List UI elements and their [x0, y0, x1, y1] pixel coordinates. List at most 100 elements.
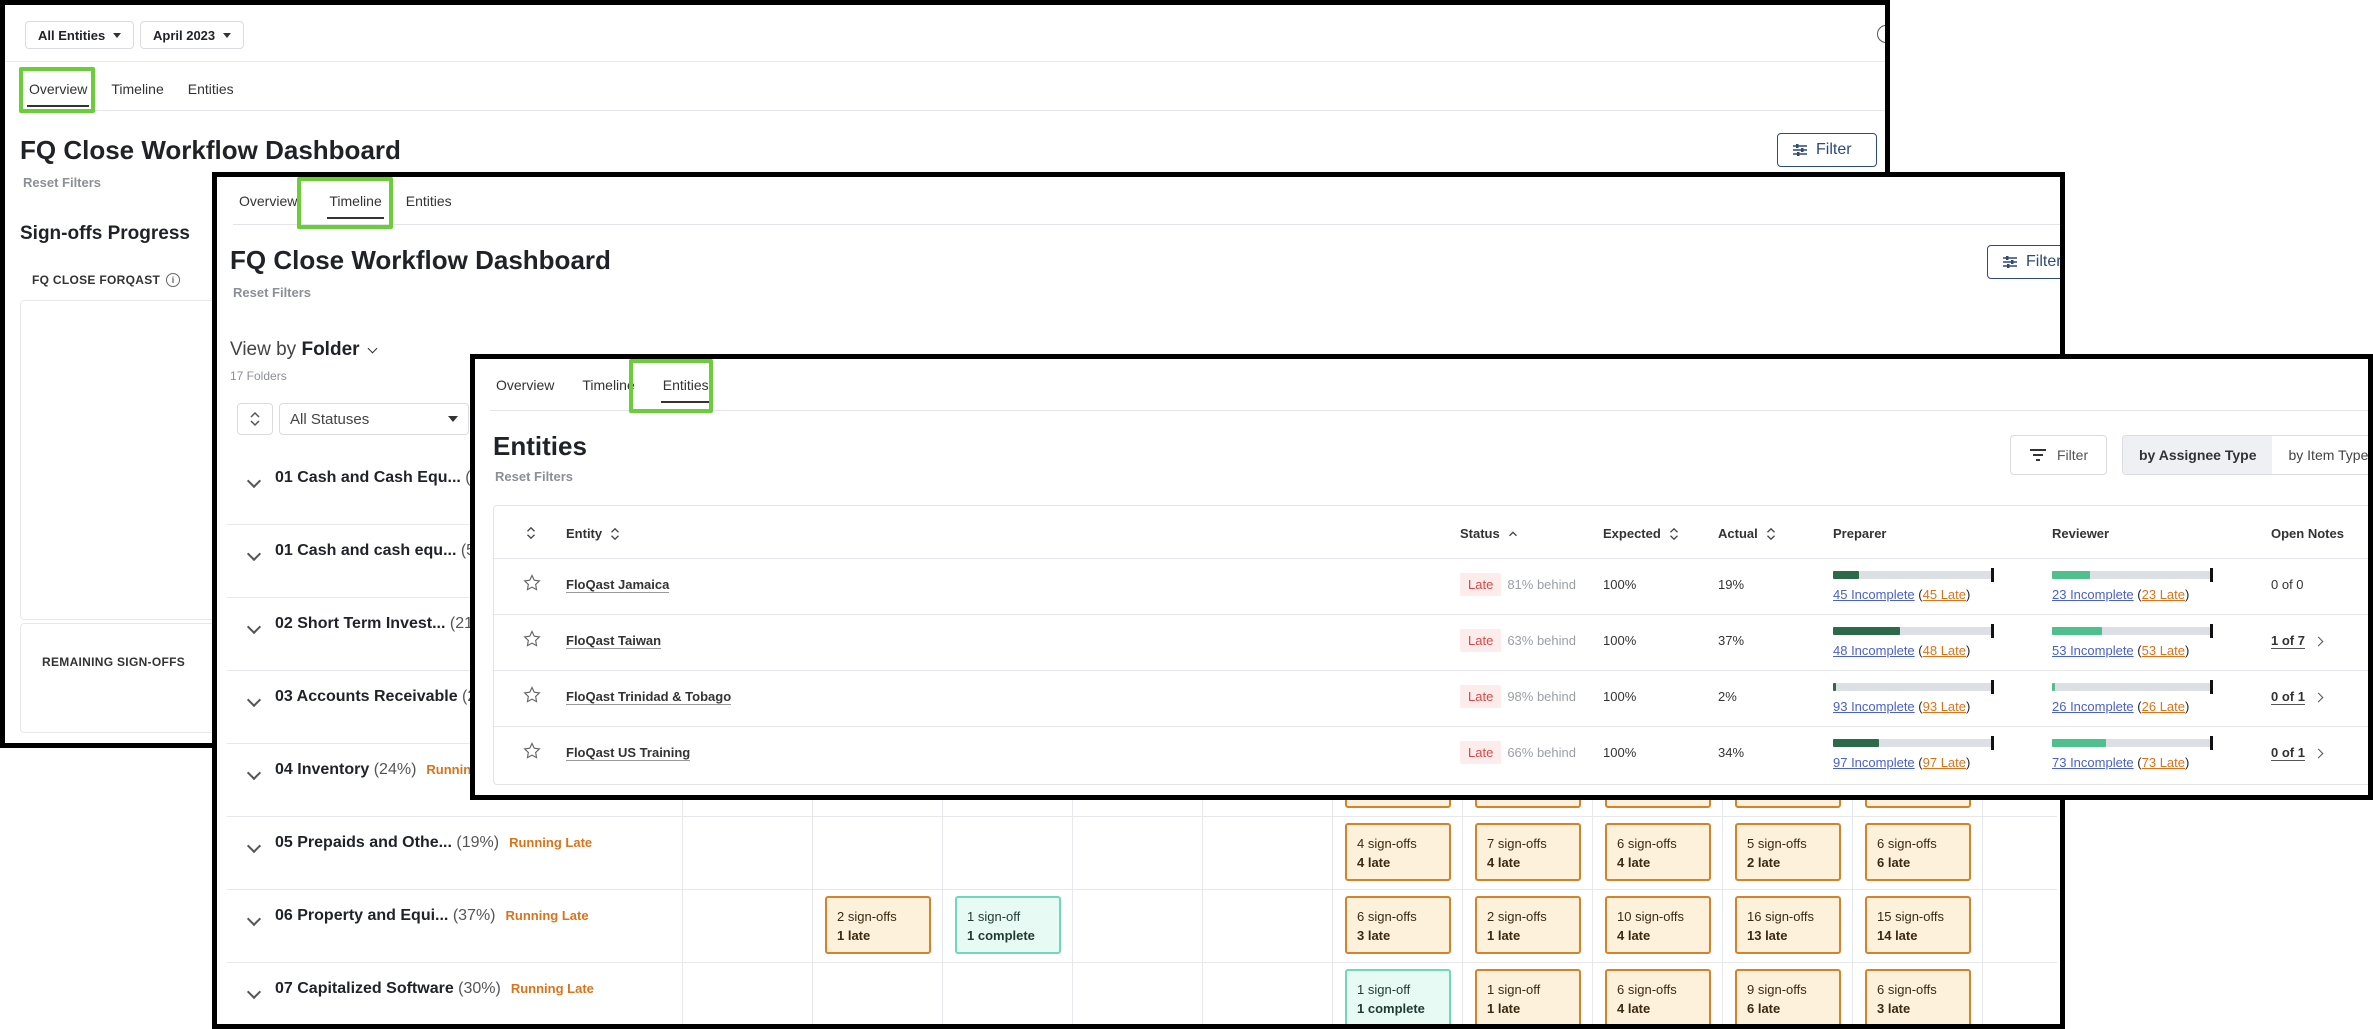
- help-icon[interactable]: [1877, 25, 1885, 43]
- preparer-late-link[interactable]: 45 Late: [1923, 587, 1966, 602]
- signoff-cell[interactable]: 6 sign-offs 4 late: [1605, 823, 1711, 881]
- star-icon[interactable]: [522, 741, 542, 764]
- signoff-cell[interactable]: 5 sign-offs 2 late: [1735, 823, 1841, 881]
- sort-ascending-icon: [1508, 530, 1517, 536]
- signoff-cell[interactable]: 4 sign-offs 4 late: [1345, 823, 1451, 881]
- chevron-down-icon[interactable]: [246, 619, 262, 635]
- column-header-label: Expected: [1603, 526, 1661, 541]
- table-row[interactable]: FloQast Taiwan Late 63% behind 100% 37% 48 In…: [494, 614, 2368, 670]
- signoff-cell[interactable]: 15 sign-offs 14 late: [1865, 896, 1971, 954]
- column-header-expected[interactable]: Expected: [1603, 526, 1679, 541]
- reviewer-late-link[interactable]: 26 Late: [2142, 699, 2185, 714]
- tab-bar: Overview Timeline Entities: [23, 67, 1885, 111]
- preparer-incomplete-link[interactable]: 45 Incomplete: [1833, 587, 1915, 602]
- table-row[interactable]: FloQast Jamaica Late 81% behind 100% 19% 45 I…: [494, 558, 2368, 614]
- entity-link[interactable]: FloQast Trinidad & Tobago: [566, 689, 732, 705]
- chevron-down-icon[interactable]: [246, 984, 262, 1000]
- chevron-down-icon[interactable]: [246, 546, 262, 562]
- signoff-cell[interactable]: 10 sign-offs 4 late: [1605, 896, 1711, 954]
- view-toggle: by Assignee Type by Item Type: [2122, 435, 2368, 475]
- paren: (: [1914, 699, 1923, 714]
- column-header-entity[interactable]: Entity: [566, 526, 620, 541]
- chevron-down-icon[interactable]: [246, 838, 262, 854]
- sort-all-control[interactable]: [526, 526, 536, 540]
- star-icon[interactable]: [522, 629, 542, 652]
- preparer-late-link[interactable]: 48 Late: [1923, 643, 1966, 658]
- tab-overview[interactable]: Overview: [23, 81, 93, 107]
- entity-cell: FloQast Trinidad & Tobago: [566, 689, 732, 705]
- star-icon[interactable]: [522, 573, 542, 596]
- info-icon[interactable]: i: [166, 273, 181, 287]
- chevron-down-icon[interactable]: [246, 692, 262, 708]
- signoff-cell[interactable]: 9 sign-offs 6 late: [1735, 969, 1841, 1024]
- reset-filters-link[interactable]: Reset Filters: [495, 469, 573, 484]
- signoff-count: 16 sign-offs: [1747, 909, 1814, 924]
- signoff-cell[interactable]: 6 sign-offs 3 late: [1865, 969, 1971, 1024]
- paren: (: [2133, 755, 2142, 770]
- tab-timeline[interactable]: Timeline: [105, 81, 169, 97]
- column-header-actual[interactable]: Actual: [1718, 526, 1776, 541]
- signoff-status: 13 late: [1747, 928, 1788, 943]
- actual-value: 2%: [1718, 689, 1737, 704]
- signoff-cell[interactable]: 2 sign-offs 1 late: [1475, 896, 1581, 954]
- by-item-type-option[interactable]: by Item Type: [2272, 436, 2368, 474]
- chevron-down-icon[interactable]: [246, 473, 262, 489]
- preparer-late-link[interactable]: 97 Late: [1923, 755, 1966, 770]
- signoff-cell[interactable]: 7 sign-offs 4 late: [1475, 823, 1581, 881]
- star-icon[interactable]: [522, 685, 542, 708]
- open-notes-cell[interactable]: 0 of 1: [2271, 689, 2324, 705]
- reviewer-incomplete-link[interactable]: 73 Incomplete: [2052, 755, 2134, 770]
- table-row[interactable]: FloQast US Training Late 66% behind 100% 34%…: [494, 726, 2368, 782]
- reviewer-incomplete-link[interactable]: 23 Incomplete: [2052, 587, 2134, 602]
- chevron-down-icon[interactable]: [246, 765, 262, 781]
- tab-entities[interactable]: Entities: [657, 377, 715, 403]
- entity-link[interactable]: FloQast Jamaica: [566, 577, 670, 593]
- by-assignee-type-option[interactable]: by Assignee Type: [2123, 436, 2273, 474]
- reviewer-late-link[interactable]: 23 Late: [2142, 587, 2185, 602]
- preparer-progress-bar: [1833, 568, 1994, 582]
- period-dropdown[interactable]: April 2023: [140, 21, 245, 49]
- signoff-cell[interactable]: 2 sign-offs 1 late: [825, 896, 931, 954]
- signoff-status: 6 late: [1747, 1001, 1781, 1016]
- reviewer-late-link[interactable]: 53 Late: [2142, 643, 2185, 658]
- preparer-incomplete-link[interactable]: 93 Incomplete: [1833, 699, 1915, 714]
- filter-button-label: Filter: [1816, 141, 1852, 158]
- signoff-status: 4 late: [1357, 855, 1391, 870]
- reviewer-incomplete-link[interactable]: 53 Incomplete: [2052, 643, 2134, 658]
- status-cell: Late 66% behind: [1460, 741, 1576, 764]
- reset-filters-link[interactable]: Reset Filters: [23, 175, 101, 190]
- signoff-status: 2 late: [1747, 855, 1781, 870]
- signoff-status: 14 late: [1877, 928, 1918, 943]
- entity-link[interactable]: FloQast US Training: [566, 745, 691, 761]
- signoff-cell[interactable]: 6 sign-offs 3 late: [1345, 896, 1451, 954]
- reviewer-late-link[interactable]: 73 Late: [2142, 755, 2185, 770]
- chevron-down-icon[interactable]: [246, 911, 262, 927]
- column-header-status[interactable]: Status: [1460, 526, 1518, 541]
- preparer-summary: 48 Incomplete (48 Late): [1833, 643, 1970, 658]
- signoff-cell[interactable]: 6 sign-offs 6 late: [1865, 823, 1971, 881]
- filter-button[interactable]: Filter: [1777, 133, 1877, 167]
- preparer-late-link[interactable]: 93 Late: [1923, 699, 1966, 714]
- signoff-cell[interactable]: 6 sign-offs 4 late: [1605, 969, 1711, 1024]
- signoff-cell[interactable]: 16 sign-offs 13 late: [1735, 896, 1841, 954]
- tab-entities[interactable]: Entities: [182, 81, 240, 97]
- entity-link[interactable]: FloQast Taiwan: [566, 633, 662, 649]
- paren: ): [1966, 699, 1971, 714]
- reviewer-incomplete-link[interactable]: 26 Incomplete: [2052, 699, 2134, 714]
- tab-timeline[interactable]: Timeline: [576, 377, 640, 393]
- preparer-progress-bar: [1833, 624, 1994, 638]
- paren: (: [2133, 699, 2142, 714]
- entity-dropdown[interactable]: All Entities: [25, 21, 135, 49]
- table-row[interactable]: FloQast Trinidad & Tobago Late 98% behind 1…: [494, 670, 2368, 726]
- signoff-cell[interactable]: 1 sign-off 1 complete: [1345, 969, 1451, 1024]
- open-notes-cell[interactable]: 1 of 7: [2271, 633, 2324, 649]
- folder-percent: (37%): [448, 907, 496, 924]
- filter-button[interactable]: Filter: [2010, 435, 2108, 475]
- open-notes-cell[interactable]: 0 of 1: [2271, 745, 2324, 761]
- signoff-cell[interactable]: 1 sign-off 1 late: [1475, 969, 1581, 1024]
- reviewer-target-marker: [2210, 568, 2213, 582]
- signoff-cell[interactable]: 1 sign-off 1 complete: [955, 896, 1061, 954]
- preparer-incomplete-link[interactable]: 97 Incomplete: [1833, 755, 1915, 770]
- preparer-incomplete-link[interactable]: 48 Incomplete: [1833, 643, 1915, 658]
- tab-overview[interactable]: Overview: [490, 377, 560, 393]
